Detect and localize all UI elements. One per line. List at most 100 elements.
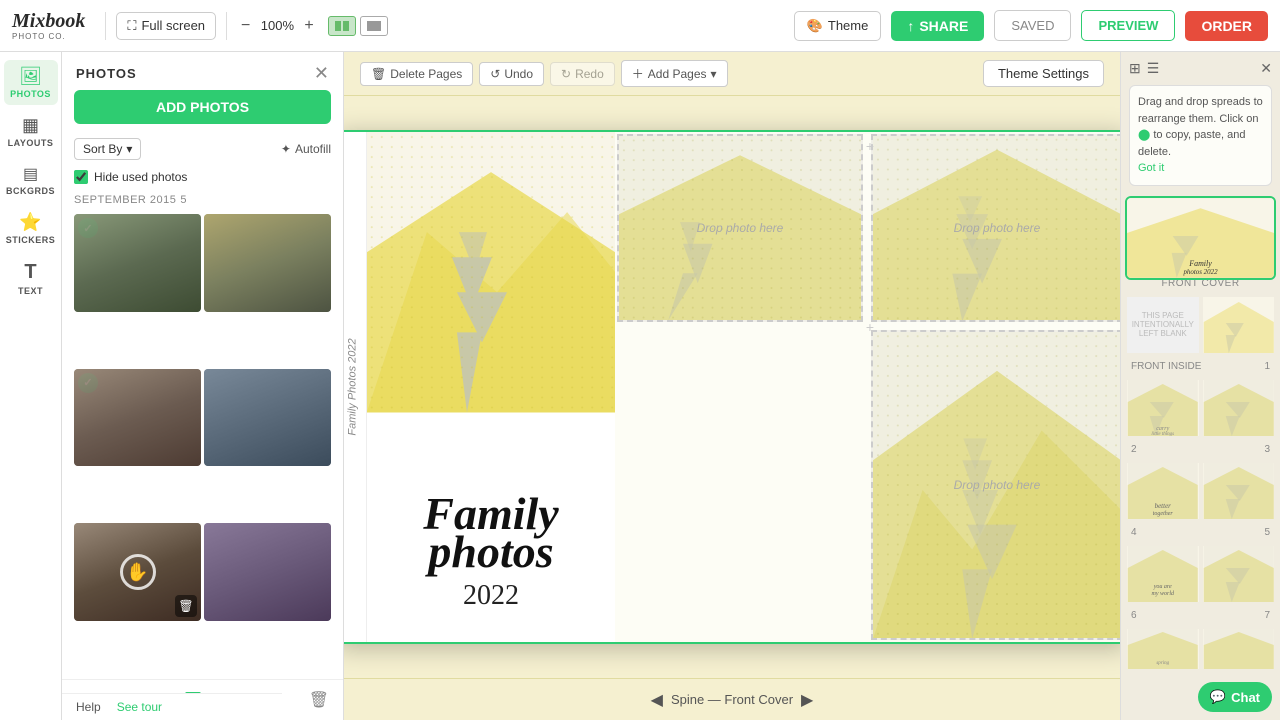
- page-3-thumb[interactable]: [1203, 380, 1275, 436]
- undo-button[interactable]: ↺ Undo: [479, 62, 544, 86]
- logo: Mixbook PHOTO CO.: [12, 10, 85, 41]
- got-it-link[interactable]: Got it: [1138, 162, 1164, 174]
- logo-sub: PHOTO CO.: [12, 33, 85, 41]
- bckgrds-label: BCKGRDS: [6, 186, 55, 196]
- photo-thumb-5[interactable]: ✋ 🗑: [74, 523, 201, 621]
- right-page[interactable]: Drop photo here: [615, 132, 1120, 642]
- svg-text:photos 2022: photos 2022: [1182, 267, 1218, 275]
- autofill-icon: ✦: [281, 142, 291, 156]
- hide-used-checkbox[interactable]: [74, 170, 88, 184]
- hide-used-row: Hide used photos: [62, 164, 343, 190]
- front-inside-left[interactable]: THIS PAGEINTENTIONALLYLEFT BLANK: [1127, 297, 1199, 353]
- sidebar-item-text[interactable]: T TEXT: [4, 255, 58, 302]
- photo-delete-5[interactable]: 🗑: [175, 595, 197, 617]
- chat-icon: 💬: [1210, 689, 1226, 705]
- spine-text: Family Photos 2022: [347, 338, 359, 435]
- svg-text:Family: Family: [1188, 258, 1212, 267]
- order-label: ORDER: [1201, 18, 1252, 34]
- zoom-out-button[interactable]: −: [237, 17, 254, 35]
- photos-panel: PHOTOS ✕ ADD PHOTOS Sort By ▾ ✦ Autofill…: [62, 52, 344, 720]
- drop-zone-3[interactable]: Drop photo here: [871, 330, 1120, 640]
- panel-title: PHOTOS: [76, 66, 137, 81]
- logo-text: Mixbook: [12, 10, 85, 33]
- share-button[interactable]: ↑ SHARE: [891, 11, 984, 41]
- page-4-thumb[interactable]: better together: [1127, 463, 1199, 519]
- nav-next-button[interactable]: ▶: [801, 690, 813, 710]
- add-content-icon-2[interactable]: +: [866, 319, 874, 335]
- page-6-thumb[interactable]: you are my world: [1127, 546, 1199, 602]
- page-7-thumb[interactable]: [1203, 546, 1275, 602]
- close-panel-button[interactable]: ✕: [314, 64, 329, 82]
- photo-thumb-4[interactable]: [204, 369, 331, 467]
- help-link[interactable]: Help: [76, 700, 101, 714]
- saved-button[interactable]: SAVED: [994, 10, 1071, 41]
- page-next-right[interactable]: [1203, 629, 1275, 669]
- drop-zone-1[interactable]: Drop photo here: [617, 134, 863, 322]
- close-right-panel-button[interactable]: ✕: [1260, 60, 1272, 77]
- pages-list: Family photos 2022 FRONT COVER THIS PAGE…: [1121, 194, 1280, 720]
- main-area: 🖼 PHOTOS ▦ LAYOUTS ▤ BCKGRDS ⭐ STICKERS …: [0, 52, 1280, 720]
- sidebar-item-bckgrds[interactable]: ▤ BCKGRDS: [4, 158, 58, 202]
- front-inside-nums: FRONT INSIDE 1: [1127, 359, 1274, 372]
- info-text: Drag and drop spreads to rearrange them.…: [1138, 96, 1263, 125]
- tour-link[interactable]: See tour: [117, 700, 162, 714]
- family-title: Family photos 2022: [376, 493, 606, 612]
- add-photos-button[interactable]: ADD PHOTOS: [74, 90, 331, 124]
- grid-view-button[interactable]: ⊞: [1129, 60, 1141, 77]
- left-page[interactable]: Family photos 2022: [367, 132, 615, 642]
- svg-text:you are: you are: [1153, 584, 1172, 590]
- add-pages-button[interactable]: ＋ Add Pages ▾: [621, 60, 728, 87]
- front-cover-thumb[interactable]: Family photos 2022: [1127, 198, 1274, 278]
- autofill-button[interactable]: ✦ Autofill: [281, 142, 331, 156]
- page-next-left[interactable]: spring: [1127, 629, 1199, 669]
- nav-prev-button[interactable]: ◀: [651, 690, 663, 710]
- front-inside-right[interactable]: [1203, 297, 1275, 353]
- chat-button[interactable]: 💬 Chat: [1198, 682, 1272, 712]
- photo-thumb-1[interactable]: ✓: [74, 214, 201, 312]
- page-num-1: 1: [1264, 361, 1270, 372]
- sidebar-item-layouts[interactable]: ▦ LAYOUTS: [4, 109, 58, 154]
- redo-button[interactable]: ↻ Redo: [550, 62, 615, 86]
- redo-label: Redo: [575, 67, 604, 81]
- sidebar-item-photos[interactable]: 🖼 PHOTOS: [4, 60, 58, 105]
- page-num-7: 7: [1264, 610, 1270, 621]
- page-2-thumb[interactable]: carry little things: [1127, 380, 1199, 436]
- front-inside-right-img: [1203, 297, 1275, 353]
- sidebar-item-stickers[interactable]: ⭐ STICKERS: [4, 206, 58, 251]
- list-view-button[interactable]: ☰: [1147, 60, 1160, 77]
- order-button[interactable]: ORDER: [1185, 11, 1268, 41]
- page-next-right-img: [1203, 629, 1275, 669]
- preview-button[interactable]: PREVIEW: [1081, 10, 1175, 41]
- front-cover-image: Family photos 2022: [1127, 198, 1274, 278]
- layout-btn-1[interactable]: [328, 16, 356, 36]
- pages-2-3-pair: carry little things: [1127, 380, 1274, 436]
- drop-zone-2[interactable]: Drop photo here: [871, 134, 1120, 322]
- page-group-4-5: better together: [1127, 463, 1274, 538]
- pages-4-5-nums: 4 5: [1127, 525, 1274, 538]
- photo-thumb-3[interactable]: ✓: [74, 369, 201, 467]
- page-num-5: 5: [1264, 527, 1270, 538]
- fullscreen-button[interactable]: ⛶ Full screen: [116, 12, 216, 40]
- selected-trash-icon[interactable]: 🗑: [309, 690, 329, 710]
- front-cover-label: FRONT COVER: [1127, 278, 1274, 289]
- page-5-thumb[interactable]: [1203, 463, 1275, 519]
- sidebar-icons: 🖼 PHOTOS ▦ LAYOUTS ▤ BCKGRDS ⭐ STICKERS …: [0, 52, 62, 720]
- delete-pages-button[interactable]: 🗑 Delete Pages: [360, 62, 473, 86]
- photo-thumb-6[interactable]: [204, 523, 331, 621]
- layout-btn-2[interactable]: [360, 16, 388, 36]
- stickers-icon: ⭐: [19, 212, 41, 233]
- sort-by-dropdown[interactable]: Sort By ▾: [74, 138, 141, 160]
- zoom-in-button[interactable]: +: [300, 17, 317, 35]
- svg-text:my world: my world: [1152, 591, 1176, 597]
- photo-thumb-2[interactable]: [204, 214, 331, 312]
- canvas-scroll[interactable]: Family Photos 2022: [344, 96, 1120, 678]
- theme-button[interactable]: 🎨 Theme: [794, 11, 882, 41]
- page-group-2-3: carry little things: [1127, 380, 1274, 455]
- left-mountain-bg: [367, 132, 615, 413]
- canvas-toolbar: 🗑 Delete Pages ↺ Undo ↻ Redo ＋ Add Pages…: [344, 52, 1120, 96]
- canvas-area: 🗑 Delete Pages ↺ Undo ↻ Redo ＋ Add Pages…: [344, 52, 1120, 720]
- theme-settings-button[interactable]: Theme Settings: [983, 60, 1104, 87]
- sort-chevron-icon: ▾: [126, 142, 132, 156]
- info-box: Drag and drop spreads to rearrange them.…: [1129, 85, 1272, 186]
- add-content-icon[interactable]: +: [866, 138, 874, 154]
